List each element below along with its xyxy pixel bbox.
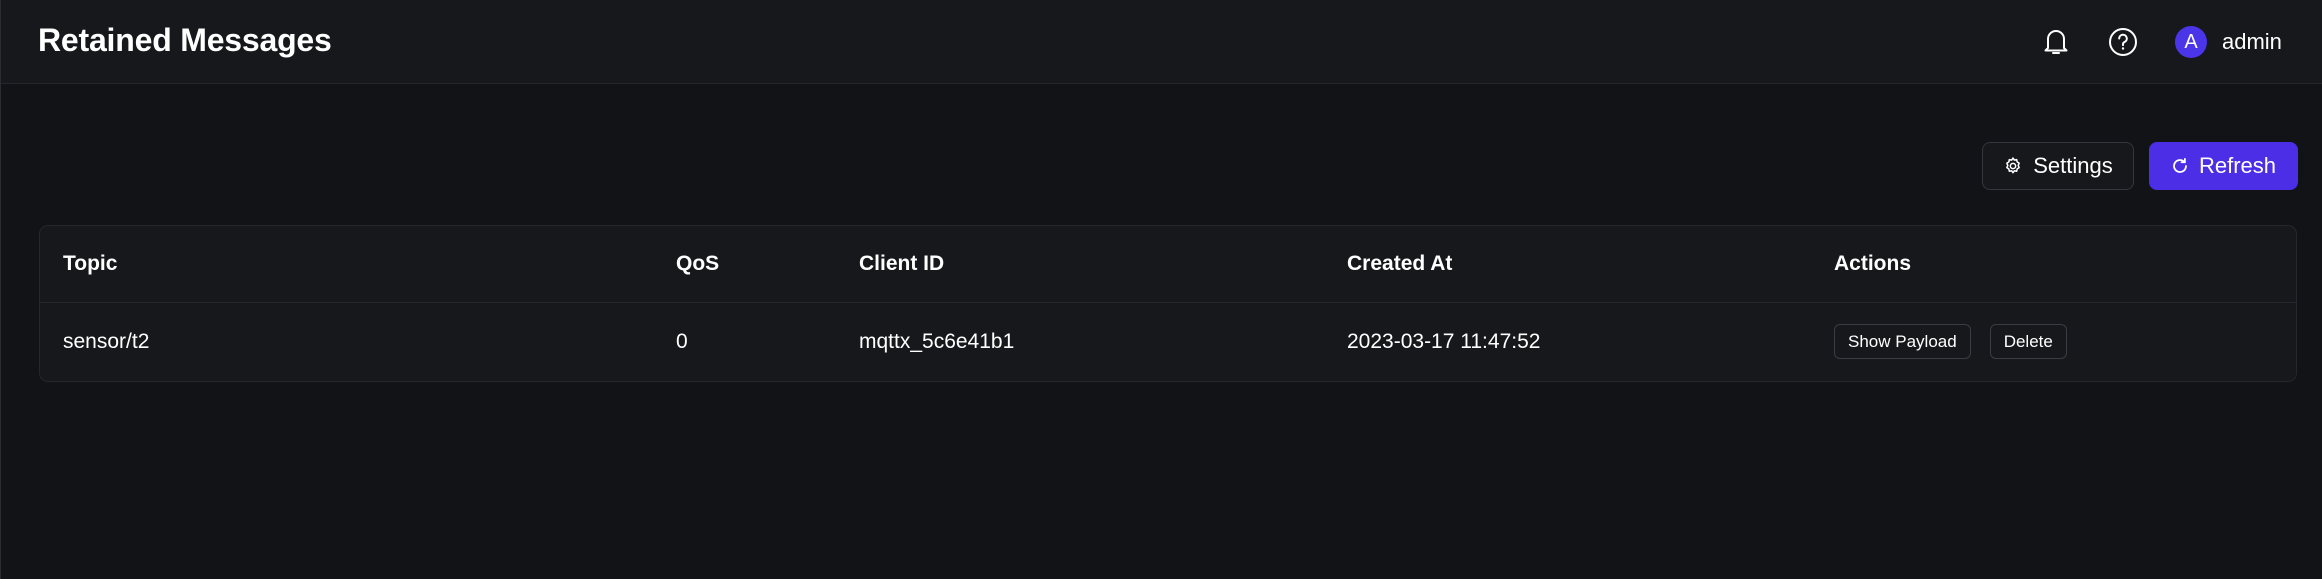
show-payload-button[interactable]: Show Payload <box>1834 324 1971 359</box>
column-header-actions: Actions <box>1834 252 1912 275</box>
help-button[interactable] <box>2103 22 2143 62</box>
notifications-button[interactable] <box>2036 22 2076 62</box>
user-menu[interactable]: A admin <box>2175 22 2282 62</box>
client-id-cell: mqttx_5c6e41b1 <box>859 330 1015 353</box>
row-actions: Show Payload Delete <box>1834 324 2067 359</box>
refresh-button[interactable]: Refresh <box>2149 142 2298 190</box>
top-header: Retained Messages A admin <box>1 0 2322 84</box>
refresh-icon <box>2171 157 2189 175</box>
question-circle-icon <box>2109 28 2137 56</box>
table-header: Topic QoS Client ID Created At Actions <box>40 226 2296 303</box>
table-row: sensor/t2 0 mqttx_5c6e41b1 2023-03-17 11… <box>40 303 2296 381</box>
delete-button[interactable]: Delete <box>1989 324 2067 359</box>
qos-cell: 0 <box>676 330 688 353</box>
app-window: Retained Messages A admin Settings Refre… <box>0 0 2322 579</box>
gear-icon <box>2003 156 2023 176</box>
avatar: A <box>2175 26 2207 58</box>
column-header-client-id: Client ID <box>859 252 945 275</box>
topic-cell: sensor/t2 <box>63 330 150 353</box>
created-at-cell: 2023-03-17 11:47:52 <box>1347 330 1541 353</box>
retained-messages-table: Topic QoS Client ID Created At Actions s… <box>39 225 2297 382</box>
refresh-label: Refresh <box>2198 153 2277 178</box>
page-title: Retained Messages <box>38 22 332 58</box>
settings-label: Settings <box>2033 153 2113 178</box>
settings-button[interactable]: Settings <box>1982 142 2134 190</box>
bell-icon <box>2044 30 2068 54</box>
column-header-created-at: Created At <box>1347 252 1453 275</box>
column-header-qos: QoS <box>676 252 720 275</box>
column-header-topic: Topic <box>63 252 118 275</box>
username: admin <box>2222 29 2282 54</box>
